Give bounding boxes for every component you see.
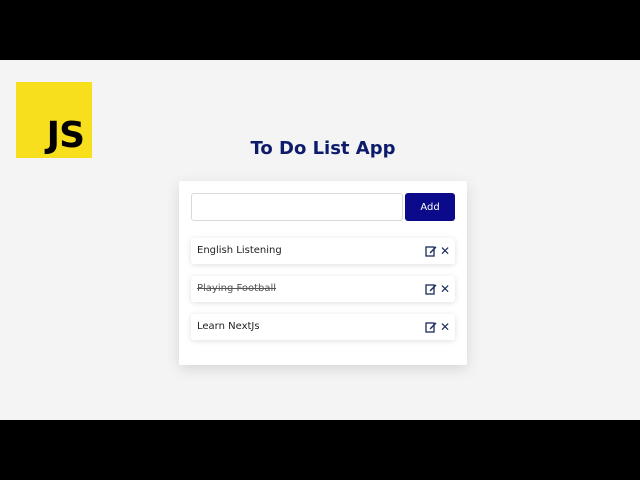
todo-label[interactable]: Playing Football [197, 276, 276, 302]
edit-icon[interactable] [425, 245, 437, 257]
close-icon[interactable]: ✕ [440, 282, 450, 296]
close-icon[interactable]: ✕ [440, 244, 450, 258]
app-stage: JS To Do List App Add English Listening … [0, 60, 640, 420]
todo-item: Playing Football ✕ [191, 276, 455, 302]
edit-icon[interactable] [425, 321, 437, 333]
task-input[interactable] [191, 193, 403, 221]
todo-list: English Listening ✕ Playing Football ✕ L… [191, 238, 455, 352]
todo-label[interactable]: Learn NextJs [197, 314, 260, 340]
todo-label[interactable]: English Listening [197, 238, 282, 264]
edit-icon[interactable] [425, 283, 437, 295]
todo-item: Learn NextJs ✕ [191, 314, 455, 340]
todo-item: English Listening ✕ [191, 238, 455, 264]
page-title: To Do List App [250, 138, 396, 159]
todo-card: Add English Listening ✕ Playing Football… [179, 181, 467, 365]
add-button[interactable]: Add [405, 193, 455, 221]
close-icon[interactable]: ✕ [440, 320, 450, 334]
